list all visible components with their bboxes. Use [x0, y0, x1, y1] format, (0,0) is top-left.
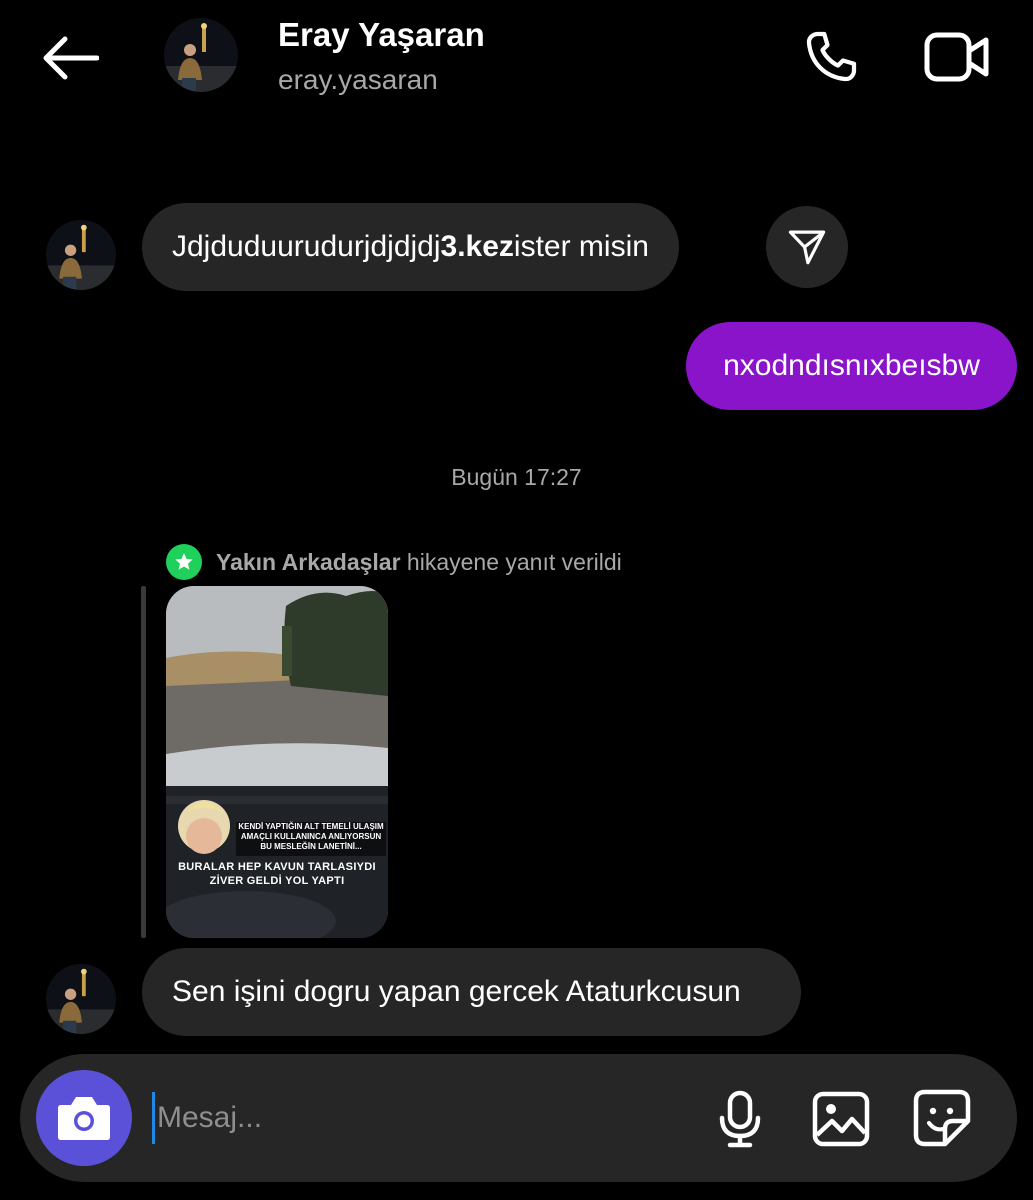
reply-divider-line [141, 586, 146, 938]
message-bold-text: 3.kez [440, 230, 514, 263]
story-caption-small: KENDİ YAPTIĞIN ALT TEMELİ ULAŞIM AMAÇLI … [238, 822, 384, 851]
phone-icon [806, 31, 857, 82]
video-call-button[interactable] [922, 24, 992, 90]
close-friends-label: Yakın Arkadaşlar [216, 548, 401, 575]
voice-call-button[interactable] [798, 24, 864, 90]
back-arrow-icon [43, 36, 99, 80]
story-reply-label: Yakın Arkadaşlar hikayene yanıt verildi [166, 544, 622, 580]
message-text-part: ister misin [513, 230, 649, 263]
microphone-icon [719, 1090, 761, 1148]
message-text-part: Jdjduduurudurjdjdjdj [172, 230, 441, 263]
sticker-button[interactable] [910, 1086, 974, 1150]
video-camera-icon [924, 32, 989, 82]
message-text: nxodndısnıxbeısbw [723, 349, 980, 382]
story-reply-action: hikayene yanıt verildi [400, 548, 622, 575]
profile-avatar[interactable] [164, 18, 238, 92]
incoming-message-bubble[interactable]: Sen işini dogru yapan gercek Ataturkcusu… [142, 948, 801, 1036]
voice-message-button[interactable] [710, 1088, 770, 1150]
sender-avatar[interactable] [46, 220, 116, 290]
star-icon [175, 553, 193, 570]
sticker-icon [913, 1089, 971, 1147]
camera-icon [58, 1097, 110, 1140]
dm-thread-screen: Eray Yaşaran eray.yasaran Jdjduduurudurj… [0, 0, 1033, 1200]
date-separator: Bugün 17:27 [451, 464, 582, 490]
gallery-button[interactable] [810, 1088, 872, 1150]
camera-button[interactable] [36, 1070, 132, 1166]
close-friends-badge [166, 544, 202, 580]
send-paper-plane-icon [788, 230, 826, 265]
message-input[interactable] [152, 1092, 672, 1144]
message-text: Sen işini dogru yapan gercek Ataturkcusu… [172, 975, 741, 1008]
contact-username[interactable]: eray.yasaran [278, 64, 438, 96]
contact-name[interactable]: Eray Yaşaran [278, 16, 485, 54]
story-thumbnail[interactable]: KENDİ YAPTIĞIN ALT TEMELİ ULAŞIM AMAÇLI … [166, 586, 388, 938]
sender-avatar[interactable] [46, 964, 116, 1034]
image-icon [812, 1091, 870, 1147]
story-caption-big: BURALAR HEP KAVUN TARLASIYDI ZİVER GELDİ… [178, 861, 376, 887]
outgoing-message-bubble[interactable]: nxodndısnıxbeısbw [686, 322, 1017, 410]
incoming-message-bubble[interactable]: Jdjduduurudurjdjdjdj 3.kez ister misin [142, 203, 679, 291]
share-message-button[interactable] [766, 206, 848, 288]
back-button[interactable] [38, 30, 102, 86]
